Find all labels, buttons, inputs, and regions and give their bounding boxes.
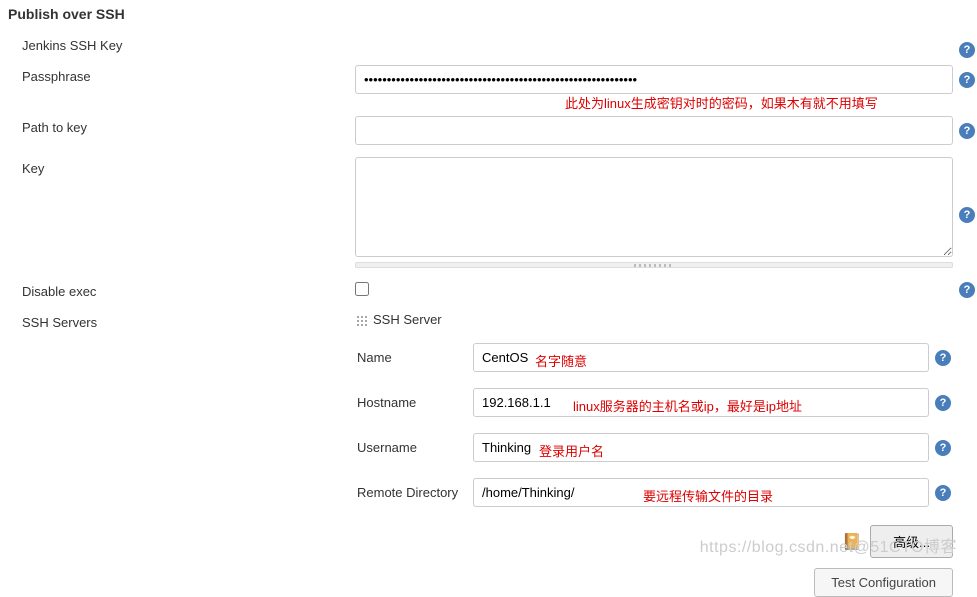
- advanced-button[interactable]: 高级...: [870, 525, 953, 558]
- test-config-row: Test Configuration: [355, 564, 977, 597]
- row-ssh-servers: SSH Servers: [0, 305, 977, 336]
- row-key: Key ?: [0, 151, 977, 274]
- server-remote-dir-input[interactable]: [473, 478, 929, 507]
- path-to-key-input[interactable]: [355, 116, 953, 145]
- row-server-hostname: Hostname ? linux服务器的主机名或ip，最好是ip地址: [355, 380, 953, 425]
- label-jenkins-ssh-key: Jenkins SSH Key: [0, 34, 355, 53]
- help-icon[interactable]: ?: [959, 72, 975, 88]
- label-server-username: Username: [355, 440, 473, 455]
- label-server-name: Name: [355, 350, 473, 365]
- help-icon[interactable]: ?: [959, 207, 975, 223]
- server-name-input[interactable]: [473, 343, 929, 372]
- test-configuration-button[interactable]: Test Configuration: [814, 568, 953, 597]
- row-passphrase: Passphrase ? 此处为linux生成密钥对时的密码，如果木有就不用填写: [0, 59, 977, 100]
- label-server-hostname: Hostname: [355, 395, 473, 410]
- row-disable-exec: Disable exec ?: [0, 274, 977, 305]
- disable-exec-checkbox[interactable]: [355, 282, 369, 296]
- row-server-name: Name ? 名字随意: [355, 335, 953, 380]
- help-icon[interactable]: ?: [935, 350, 951, 366]
- notepad-icon: 📔: [842, 532, 862, 552]
- label-key: Key: [0, 157, 355, 176]
- help-icon[interactable]: ?: [959, 42, 975, 58]
- server-hostname-input[interactable]: [473, 388, 929, 417]
- help-icon[interactable]: ?: [935, 395, 951, 411]
- row-server-remote-dir: Remote Directory ? 要远程传输文件的目录: [355, 470, 953, 515]
- ssh-server-block: SSH Server Name ? 名字随意 Hostname ? linux服…: [355, 308, 977, 515]
- label-passphrase: Passphrase: [0, 65, 355, 84]
- key-textarea[interactable]: [355, 157, 953, 257]
- label-ssh-servers: SSH Servers: [0, 311, 355, 330]
- server-username-input[interactable]: [473, 433, 929, 462]
- help-icon[interactable]: ?: [935, 440, 951, 456]
- passphrase-input[interactable]: [355, 65, 953, 94]
- label-server-remote-dir: Remote Directory: [355, 485, 473, 500]
- row-jenkins-ssh-key: Jenkins SSH Key ?: [0, 28, 977, 59]
- label-path-to-key: Path to key: [0, 116, 355, 135]
- help-icon[interactable]: ?: [959, 282, 975, 298]
- section-title: Publish over SSH: [0, 0, 977, 28]
- help-icon[interactable]: ?: [935, 485, 951, 501]
- row-server-username: Username ? 登录用户名: [355, 425, 953, 470]
- advanced-row: 📔 高级...: [355, 515, 977, 564]
- help-icon[interactable]: ?: [959, 123, 975, 139]
- resize-handle[interactable]: [355, 262, 953, 268]
- row-path-to-key: Path to key ?: [0, 110, 977, 151]
- label-disable-exec: Disable exec: [0, 280, 355, 299]
